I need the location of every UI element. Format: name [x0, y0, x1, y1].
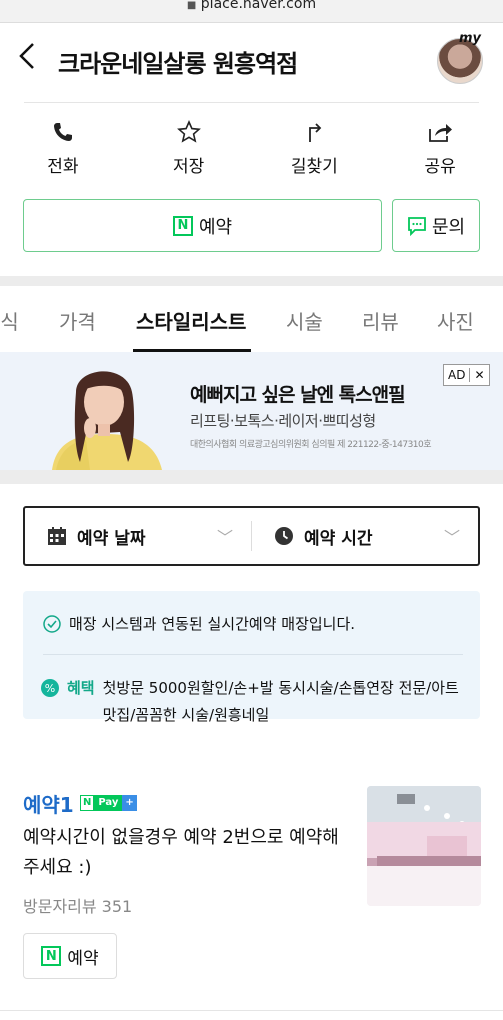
action-bar: 전화 저장 길찾기 공유 [0, 118, 503, 177]
tab-price[interactable]: 가격 [59, 306, 96, 335]
share-button[interactable]: 공유 [377, 118, 503, 177]
calendar-icon [48, 527, 66, 545]
star-icon [176, 120, 201, 143]
check-circle-icon [43, 614, 61, 633]
directions-button[interactable]: 길찾기 [252, 118, 378, 177]
benefit-label: 혜택 [67, 679, 95, 697]
tab-bar: 소식 가격 스타일리스트 시술 리뷰 사진 [0, 286, 503, 352]
date-select[interactable]: 예약 날짜 ﹀ [25, 524, 251, 549]
tab-review[interactable]: 리뷰 [362, 306, 399, 335]
ad-model-image [52, 371, 162, 470]
time-label: 예약 시간 [304, 528, 373, 549]
inquiry-button[interactable]: 문의 [392, 199, 480, 252]
app-header: 크라운네일살롱 원흥역점 my [0, 22, 503, 95]
lock-icon: ■ [186, 0, 197, 11]
ad-disclaimer: 대한의사협회 의료광고심의위원회 심의필 제 221122-중-147310호 [190, 440, 432, 450]
close-icon[interactable]: ✕ [469, 368, 488, 382]
service-description: 예약시간이 없을경우 예약 2번으로 예약해주세요 :) [23, 827, 339, 878]
npay-n: N [80, 795, 95, 811]
service-name[interactable]: 예약1 [23, 789, 74, 818]
phone-icon [53, 123, 72, 141]
ad-subline: 리프팅·보톡스·레이저·쁘띠성형 [190, 412, 376, 430]
salon-photo[interactable] [367, 786, 481, 906]
ad-headline: 예뻐지고 싶은 날엔 톡스앤필 [190, 384, 406, 406]
section-separator [0, 276, 503, 286]
divider [24, 102, 479, 103]
review-count[interactable]: 방문자리뷰 351 [23, 893, 132, 917]
page-title: 크라운네일살롱 원흥역점 [58, 50, 298, 78]
ad-badge: AD ✕ [443, 364, 490, 386]
browser-url-bar[interactable]: ■ place.naver.com [0, 0, 503, 22]
tab-photo[interactable]: 사진 [437, 306, 474, 335]
date-label: 예약 날짜 [77, 528, 146, 549]
info-box: 매장 시스템과 연동된 실시간예약 매장입니다. % 혜택 첫방문 5000원할… [23, 591, 480, 724]
clock-icon [275, 527, 293, 545]
call-label: 전화 [47, 157, 79, 177]
tab-stylist[interactable]: 스타일리스트 [136, 306, 246, 335]
share-label: 공유 [424, 157, 456, 177]
time-select[interactable]: 예약 시간 ﹀ [252, 524, 478, 549]
call-button[interactable]: 전화 [0, 118, 126, 177]
directions-label: 길찾기 [290, 157, 338, 177]
service-reserve-label: 예약 [67, 948, 99, 969]
npay-pay: Pay [94, 795, 123, 811]
section-separator [0, 470, 503, 484]
divider [0, 1010, 503, 1011]
avatar-badge-text: my [459, 31, 482, 46]
chevron-down-icon: ﹀ [443, 528, 460, 547]
directions-icon [309, 123, 322, 142]
back-arrow-icon[interactable] [18, 41, 36, 79]
service-reserve-button[interactable]: N 예약 [23, 933, 117, 979]
ad-banner[interactable]: 예뻐지고 싶은 날엔 톡스앤필 리프팅·보톡스·레이저·쁘띠성형 대한의사협회 … [0, 352, 503, 470]
naver-reserve-icon: N [172, 215, 193, 236]
realtime-text: 매장 시스템과 연동된 실시간예약 매장입니다. [69, 615, 356, 633]
date-time-picker: 예약 날짜 ﹀ 예약 시간 ﹀ [23, 506, 480, 566]
benefit-row: % 혜택 첫방문 5000원할인/손+발 동시시술/손톱연장 전문/아트 맛집/… [41, 675, 465, 729]
realtime-notice: 매장 시스템과 연동된 실시간예약 매장입니다. [43, 613, 355, 634]
naver-reserve-icon: N [41, 946, 62, 966]
benefit-text: 첫방문 5000원할인/손+발 동시시술/손톱연장 전문/아트 맛집/꼼꼼한 시… [102, 679, 459, 724]
reserve-button[interactable]: N 예약 [23, 199, 382, 252]
tab-procedure[interactable]: 시술 [286, 306, 323, 335]
tab-news[interactable]: 소식 [0, 306, 19, 335]
npay-badge: N Pay + [80, 795, 137, 811]
save-label: 저장 [172, 157, 205, 177]
save-button[interactable]: 저장 [126, 118, 252, 177]
ad-label: AD [448, 368, 466, 382]
inquiry-label: 문의 [431, 216, 466, 238]
percent-icon: % [41, 679, 59, 697]
chevron-down-icon: ﹀ [216, 528, 233, 547]
reserve-label: 예약 [198, 216, 233, 238]
share-icon [429, 124, 453, 142]
url-text: place.naver.com [200, 0, 317, 12]
chat-icon [408, 216, 426, 236]
npay-plus: + [122, 795, 137, 811]
info-divider [43, 654, 463, 655]
